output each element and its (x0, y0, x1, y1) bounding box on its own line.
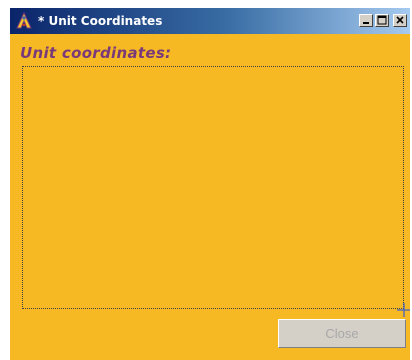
minimize-icon (360, 15, 372, 26)
unit-coordinates-text-area[interactable] (22, 66, 404, 309)
window-title: * Unit Coordinates (38, 14, 163, 28)
title-bar[interactable]: * Unit Coordinates (10, 8, 410, 34)
maximize-icon (376, 15, 388, 26)
close-button[interactable]: Close (278, 319, 406, 348)
unit-coordinates-heading: Unit coordinates: (20, 44, 172, 62)
minimize-button[interactable] (359, 14, 373, 27)
close-window-button[interactable] (393, 14, 407, 27)
maximize-button[interactable] (375, 14, 389, 27)
close-icon (394, 15, 406, 26)
resize-grip-icon[interactable] (397, 302, 410, 317)
unit-coordinates-window: * Unit Coordinates Unit coordinates: Clo… (10, 8, 410, 360)
app-logo-icon (15, 11, 33, 30)
